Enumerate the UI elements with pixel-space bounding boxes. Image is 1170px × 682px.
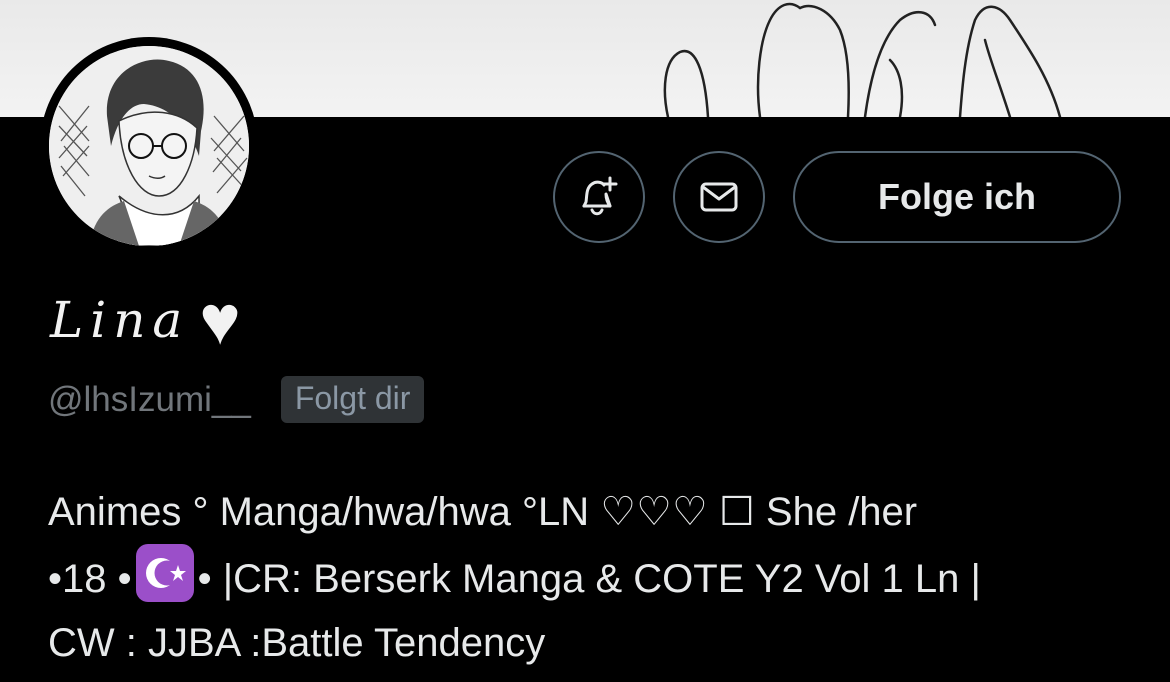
display-name-row: Lina ♥	[50, 285, 241, 355]
bio-line-3: CW : JJBA :Battle Tendency	[48, 621, 546, 665]
notifications-button[interactable]	[553, 151, 645, 243]
message-button[interactable]	[673, 151, 765, 243]
envelope-icon	[700, 182, 738, 212]
bio-line-2: •18 • • |CR: Berserk Manga & COTE Y2 Vol …	[48, 544, 1148, 611]
avatar-image	[49, 46, 249, 246]
follows-you-badge: Folgt dir	[280, 376, 425, 423]
username-handle: @lhsIzumi__	[48, 379, 251, 419]
bio-line-1: Animes ° Manga/hwa/hwa °LN ♡♡♡ ☐ She /he…	[48, 490, 918, 534]
following-button[interactable]: Folge ich	[793, 151, 1121, 243]
bell-plus-icon	[582, 176, 618, 216]
handle-row: @lhsIzumi__ Folgt dir	[48, 376, 425, 423]
display-name: Lina	[50, 291, 190, 349]
star-and-crescent-emoji-icon	[135, 544, 194, 602]
bio-line-2-start: •18 •	[48, 557, 132, 601]
profile-bio: Animes ° Manga/hwa/hwa °LN ♡♡♡ ☐ She /he…	[48, 480, 1148, 675]
bio-line-2-end: • |CR: Berserk Manga & COTE Y2 Vol 1 Ln …	[197, 557, 981, 601]
profile-avatar[interactable]	[40, 37, 258, 255]
heart-icon: ♥	[199, 281, 241, 359]
